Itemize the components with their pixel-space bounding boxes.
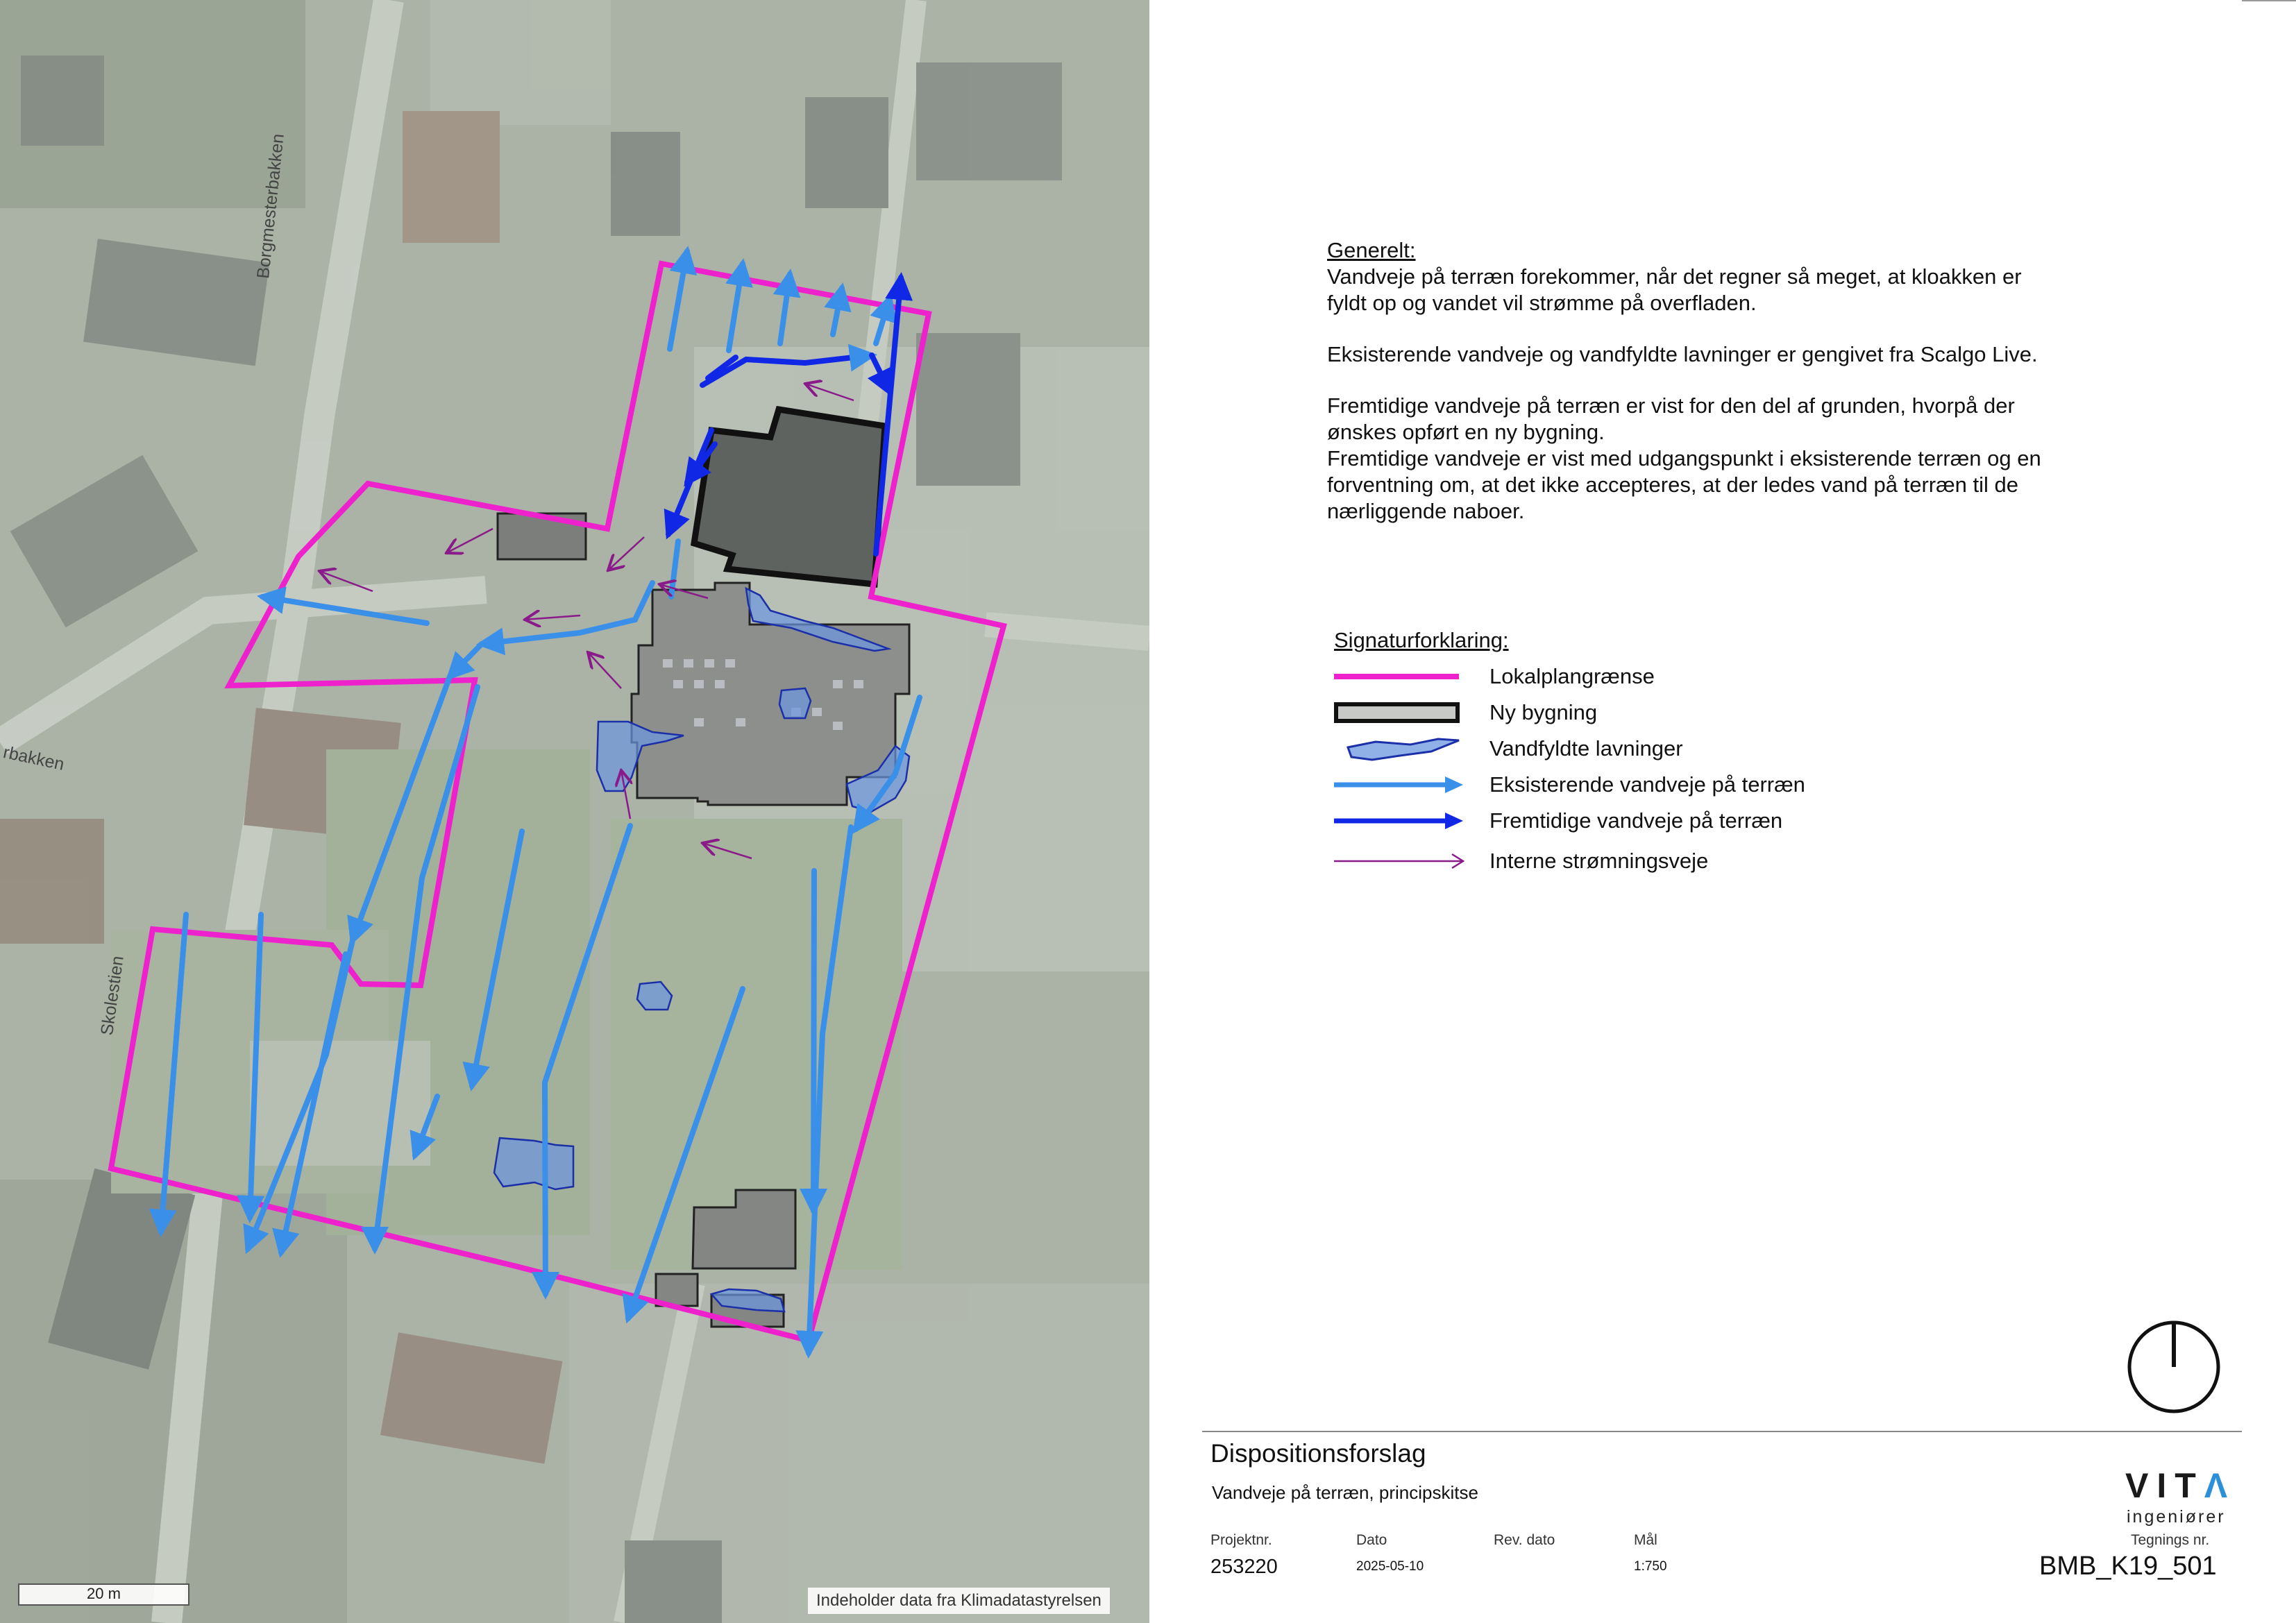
- north-arrow-icon: [2125, 1318, 2222, 1419]
- project-value: 253220: [1210, 1556, 1278, 1578]
- frame-corner-line: [2242, 0, 2296, 1]
- legend-label: Lokalplangrænse: [1489, 664, 1655, 688]
- legend-item-eksisterende: Eksisterende vandveje på terræn: [1334, 768, 1959, 804]
- title-block: Dispositionsforslag Vandveje på terræn, …: [1202, 1431, 2242, 1623]
- legend-label: Interne strømningsveje: [1489, 849, 1709, 873]
- project-label: Projektnr.: [1210, 1532, 1272, 1548]
- scale-value: 1:750: [1634, 1559, 1667, 1574]
- notes-line: Fremtidige vandveje på terræn er vist fo…: [1327, 393, 2015, 418]
- notes-line: forventning om, at det ikke accepteres, …: [1327, 473, 2018, 497]
- legend-swatch-interne: [1334, 853, 1465, 869]
- notes-heading: Generelt:: [1327, 238, 1416, 262]
- title-block-rule: [1202, 1431, 2242, 1432]
- legend-swatch-ny-bygning: [1334, 702, 1460, 723]
- notes-line: nærliggende naboer.: [1327, 499, 1525, 523]
- legend-swatch-lavninger: [1347, 738, 1460, 761]
- map-canvas: [0, 0, 1149, 1623]
- vita-logo: VITΛ: [2125, 1466, 2236, 1505]
- legend-swatch-eksisterende: [1334, 776, 1463, 793]
- date-value: 2025-05-10: [1356, 1559, 1424, 1574]
- rev-date-label: Rev. dato: [1494, 1532, 1555, 1548]
- legend-label: Ny bygning: [1489, 700, 1598, 724]
- drawing-subtitle: Vandveje på terræn, principskitse: [1212, 1482, 1478, 1503]
- scale-label: Mål: [1634, 1532, 1657, 1548]
- legend-swatch-fremtidige: [1334, 813, 1463, 829]
- legend-label: Eksisterende vandveje på terræn: [1489, 772, 1805, 797]
- drawing-number-label: Tegnings nr.: [2131, 1532, 2210, 1548]
- date-label: Dato: [1356, 1532, 1387, 1548]
- legend-label: Fremtidige vandveje på terræn: [1489, 808, 1783, 833]
- legend-item-lokalplan: Lokalplangrænse: [1334, 660, 1959, 696]
- site-map[interactable]: Borgmesterbakken rbakken Skolestien 20 m…: [0, 0, 1149, 1623]
- vita-logo-subtext: ingeniører: [2127, 1507, 2226, 1527]
- notes-line: Fremtidige vandveje er vist med udgangsp…: [1327, 446, 2041, 470]
- legend-swatch-lokalplan: [1334, 674, 1459, 679]
- legend-label: Vandfyldte lavninger: [1489, 736, 1683, 760]
- legend-item-lavninger: Vandfyldte lavninger: [1334, 732, 1959, 768]
- drawing-number: BMB_K19_501: [2039, 1552, 2217, 1581]
- legend-item-interne: Interne strømningsveje: [1334, 840, 1959, 876]
- notes-line: Vandveje på terræn forekommer, når det r…: [1327, 264, 2022, 289]
- notes-line: fyldt op og vandet vil strømme på overfl…: [1327, 291, 1757, 315]
- notes-line: Eksisterende vandveje og vandfyldte lavn…: [1327, 342, 2038, 366]
- map-attribution: Indeholder data fra Klimadatastyrelsen: [808, 1588, 1110, 1614]
- general-notes: Generelt: Vandveje på terræn forekommer,…: [1327, 237, 2146, 525]
- legend-item-ny-bygning: Ny bygning: [1334, 696, 1959, 732]
- legend-item-fremtidige: Fremtidige vandveje på terræn: [1334, 804, 1959, 840]
- scale-bar: 20 m: [18, 1583, 189, 1606]
- map-legend: Signaturforklaring: Lokalplangrænse Ny b…: [1334, 628, 1959, 876]
- drawing-title: Dispositionsforslag: [1210, 1439, 1426, 1468]
- notes-line: ønskes opført en ny bygning.: [1327, 420, 1605, 444]
- legend-title: Signaturforklaring:: [1334, 628, 1509, 652]
